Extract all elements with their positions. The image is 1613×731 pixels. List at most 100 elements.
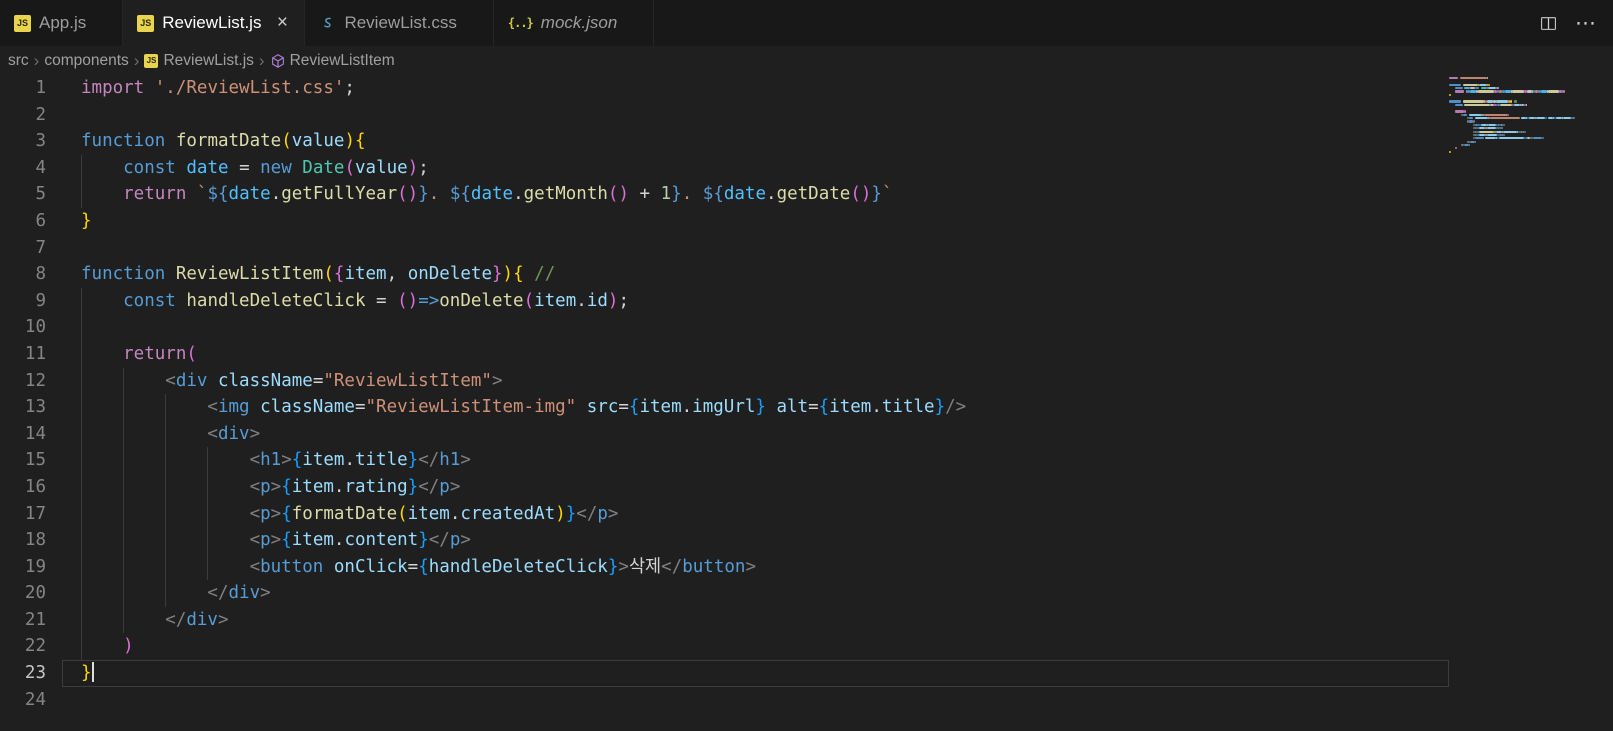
code-content[interactable]: <p>{item.rating}</p> (62, 473, 1449, 501)
line-number[interactable]: 18 (0, 527, 46, 554)
line-number[interactable]: 10 (0, 314, 46, 341)
token: alt (776, 397, 809, 418)
line-number[interactable]: 5 (0, 181, 46, 208)
line-number[interactable]: 9 (0, 288, 46, 315)
code-content[interactable]: <div> (62, 420, 1449, 448)
code-area[interactable]: 1 import './ReviewList.css'; 2 3 function fo… (0, 75, 1613, 713)
code-line-12[interactable]: 12 <div className="ReviewListItem"> (0, 367, 1613, 395)
line-number[interactable]: 6 (0, 208, 46, 235)
code-content[interactable]: <p>{formatDate(item.createdAt)}</p> (62, 500, 1449, 528)
code-content[interactable]: <button onClick={handleDeleteClick}>삭제</… (62, 553, 1449, 581)
code-line-23[interactable]: 23} (0, 660, 1613, 687)
code-content[interactable] (62, 235, 1449, 262)
breadcrumb-item-components[interactable]: components (44, 52, 128, 70)
line-number[interactable]: 13 (0, 394, 46, 421)
code-line-4[interactable]: 4 const date = new Date(value); (0, 154, 1613, 182)
code-content[interactable]: function ReviewListItem({item, onDelete}… (62, 261, 1449, 288)
line-number[interactable]: 17 (0, 501, 46, 528)
code-content[interactable]: ) (62, 633, 1449, 661)
code-line-9[interactable]: 9 const handleDeleteClick = ()=>onDelete(… (0, 287, 1613, 315)
line-number[interactable]: 14 (0, 421, 46, 448)
line-number[interactable]: 1 (0, 75, 46, 102)
code-line-13[interactable]: 13 <img className="ReviewListItem-img" sr… (0, 394, 1613, 421)
line-number[interactable]: 19 (0, 554, 46, 581)
code-content[interactable]: } (62, 208, 1449, 235)
code-line-24[interactable]: 24 (0, 687, 1613, 714)
line-number[interactable]: 16 (0, 474, 46, 501)
code-line-7[interactable]: 7 (0, 235, 1613, 262)
code-content[interactable]: const date = new Date(value); (62, 154, 1449, 182)
line-number[interactable]: 4 (0, 155, 46, 182)
code-line-3[interactable]: 3 function formatDate(value){ (0, 128, 1613, 155)
line-number[interactable]: 20 (0, 580, 46, 607)
code-content[interactable]: </div> (62, 580, 1449, 607)
breadcrumb-item-src[interactable]: src (8, 52, 29, 70)
code-line-2[interactable]: 2 (0, 102, 1613, 129)
line-number[interactable]: 24 (0, 687, 46, 714)
line-number[interactable]: 21 (0, 607, 46, 634)
tab-mock-json[interactable]: {..} mock.json (493, 0, 655, 46)
token: { (513, 264, 524, 285)
code-line-21[interactable]: 21 </div> (0, 606, 1613, 634)
split-editor-button[interactable] (1533, 8, 1563, 38)
code-line-11[interactable]: 11 return( (0, 340, 1613, 368)
code-content[interactable]: return( (62, 340, 1449, 368)
code-content[interactable]: </div> (62, 606, 1449, 634)
code-line-17[interactable]: 17 <p>{formatDate(item.createdAt)}</p> (0, 500, 1613, 528)
code-line-20[interactable]: 20 </div> (0, 580, 1613, 607)
line-number[interactable]: 11 (0, 341, 46, 368)
token: handleDeleteClick (428, 556, 608, 577)
tab-reviewlist-css[interactable]: ReviewList.css (305, 0, 494, 46)
tab-label: ReviewList.js (162, 13, 262, 32)
tab-reviewlist-js[interactable]: JS ReviewList.js × (123, 0, 306, 46)
token: > (249, 423, 261, 444)
token: id (586, 290, 608, 311)
code-content[interactable]: <p>{item.content}</p> (62, 527, 1449, 554)
code-content[interactable]: import './ReviewList.css'; (62, 75, 1449, 102)
breadcrumb-item-reviewlistitem[interactable]: ReviewListItem (270, 52, 395, 70)
code-line-14[interactable]: 14 <div> (0, 420, 1613, 448)
code-line-5[interactable]: 5 return `${date.getFullYear()}. ${date.g… (0, 181, 1613, 208)
code-line-10[interactable]: 10 (0, 314, 1613, 341)
line-number[interactable]: 2 (0, 102, 46, 129)
code-content[interactable] (62, 102, 1449, 129)
line-number[interactable]: 15 (0, 447, 46, 474)
token: ) (502, 264, 514, 285)
code-line-8[interactable]: 8 function ReviewListItem({item, onDelete… (0, 261, 1613, 288)
code-content[interactable] (62, 314, 1449, 341)
code-content[interactable]: } (62, 660, 1449, 687)
code-line-15[interactable]: 15 <h1>{item.title}</h1> (0, 447, 1613, 474)
close-tab-icon[interactable]: × (270, 11, 294, 35)
code-line-1[interactable]: 1 import './ReviewList.css'; (0, 75, 1613, 102)
editor[interactable]: 1 import './ReviewList.css'; 2 3 function fo… (0, 75, 1613, 731)
indent-guide (207, 553, 249, 581)
code-content[interactable]: const handleDeleteClick = ()=>onDelete(i… (62, 287, 1449, 315)
code-content[interactable] (62, 687, 1449, 714)
code-content[interactable]: return `${date.getFullYear()}. ${date.ge… (62, 181, 1449, 208)
code-line-18[interactable]: 18 <p>{item.content}</p> (0, 527, 1613, 554)
code-line-19[interactable]: 19 <button onClick={handleDeleteClick}>삭제… (0, 553, 1613, 581)
token: } (565, 503, 577, 524)
scrollbar[interactable] (1599, 75, 1613, 731)
code-content[interactable]: function formatDate(value){ (62, 128, 1449, 155)
line-number[interactable]: 3 (0, 128, 46, 155)
line-number[interactable]: 23 (0, 660, 46, 687)
code-content[interactable]: <h1>{item.title}</h1> (62, 447, 1449, 474)
token: ) (123, 636, 134, 657)
breadcrumb-item-reviewlist-js[interactable]: JS ReviewList.js (144, 52, 254, 70)
indent-guide (207, 500, 249, 528)
line-number[interactable]: 8 (0, 261, 46, 288)
code-content[interactable]: <img className="ReviewListItem-img" src=… (62, 394, 1449, 421)
code-line-22[interactable]: 22) (0, 633, 1613, 661)
code-line-16[interactable]: 16 <p>{item.rating}</p> (0, 473, 1613, 501)
token: { (418, 556, 429, 577)
tab-app-js[interactable]: JS App.js (0, 0, 124, 46)
code-line-6[interactable]: 6} (0, 208, 1613, 235)
line-number[interactable]: 12 (0, 368, 46, 395)
line-number[interactable]: 7 (0, 235, 46, 262)
code-content[interactable]: <div className="ReviewListItem"> (62, 367, 1449, 395)
more-actions-button[interactable]: ⋯ (1571, 8, 1601, 38)
minimap[interactable] (1449, 77, 1599, 157)
line-number[interactable]: 22 (0, 633, 46, 660)
